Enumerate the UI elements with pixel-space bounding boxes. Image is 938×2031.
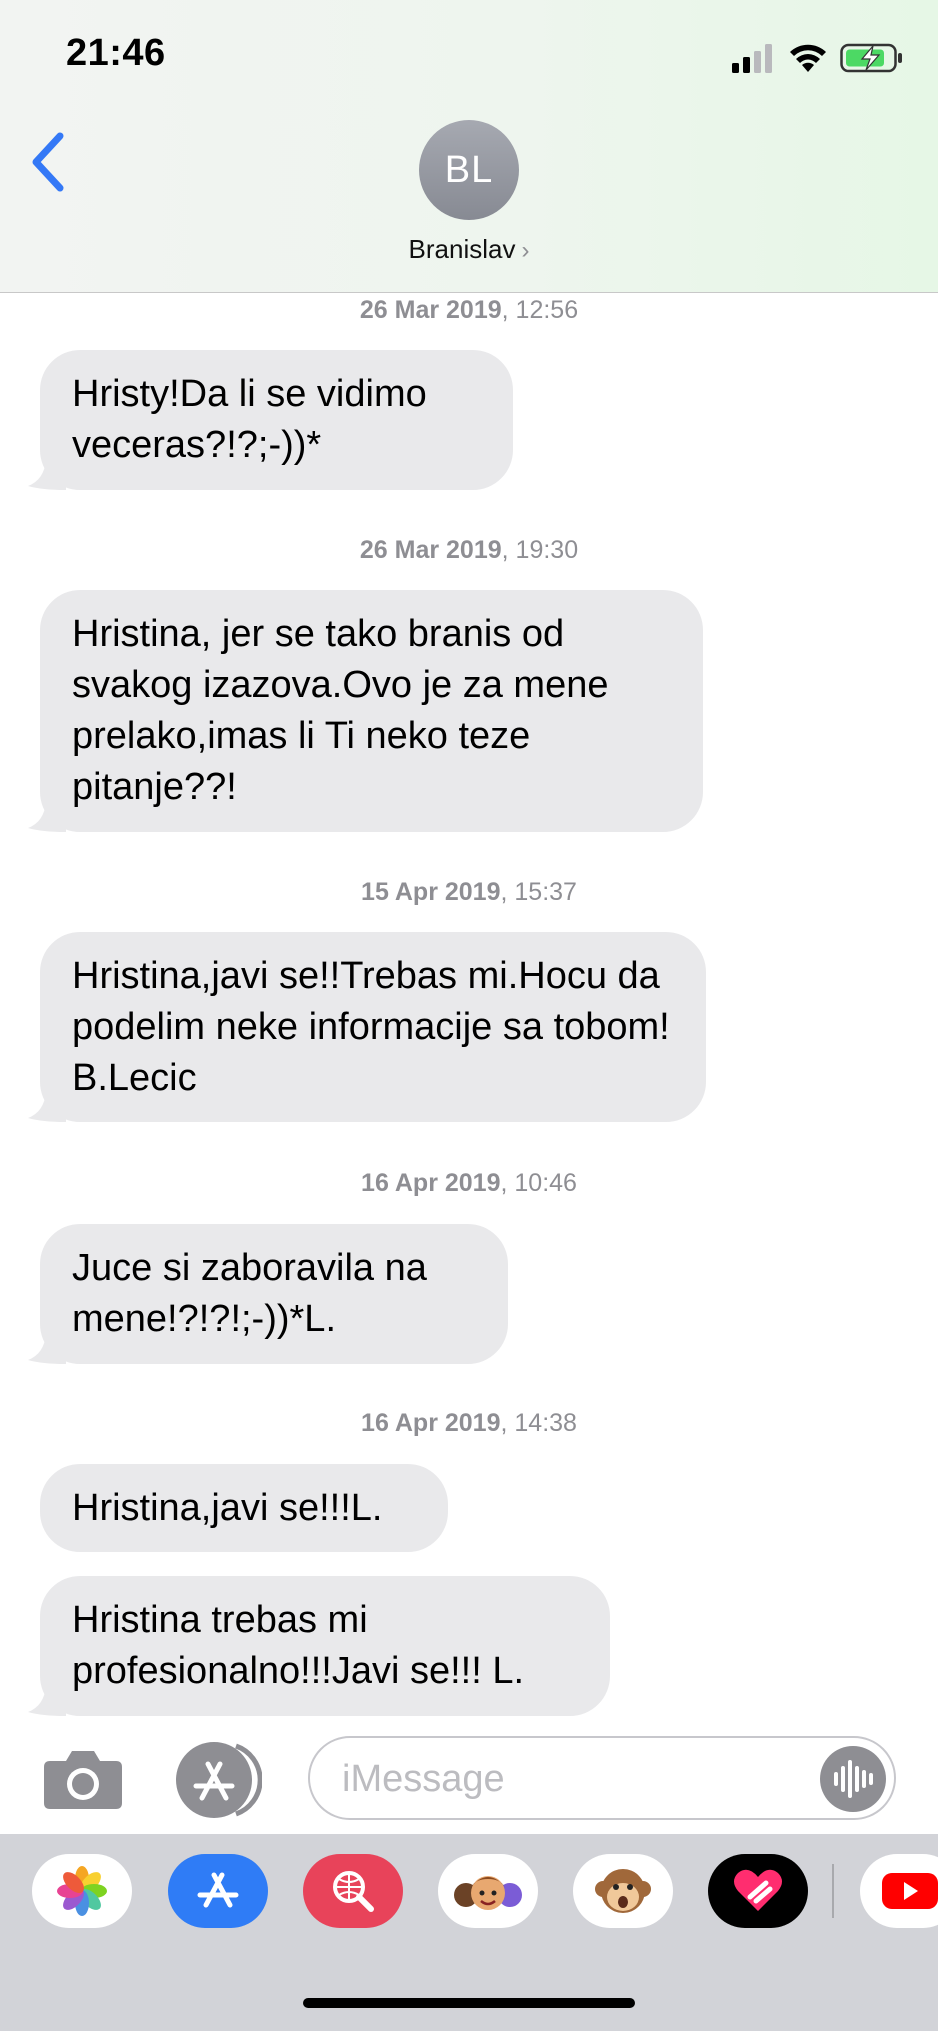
message-text: Hristina,javi se!!Trebas mi.Hocu da pode… — [72, 954, 670, 1099]
battery-charging-icon — [840, 43, 902, 73]
message-text: Juce si zaboravila na mene!?!?!;-))*L. — [72, 1247, 427, 1340]
message-composer — [0, 1722, 938, 1834]
photos-app-button[interactable] — [32, 1854, 132, 1928]
digital-touch-icon — [734, 1869, 782, 1911]
status-icons — [732, 40, 904, 76]
incoming-message-bubble[interactable]: Juce si zaboravila na mene!?!?!;-))*L. — [28, 1224, 508, 1364]
youtube-icon — [882, 1873, 938, 1909]
animoji-app-button[interactable] — [573, 1854, 673, 1928]
home-indicator[interactable] — [303, 1998, 635, 2008]
conversation-header: 21:46 BL Branislav › — [0, 0, 938, 293]
web-search-app-button[interactable] — [303, 1854, 403, 1928]
back-button[interactable] — [22, 128, 72, 198]
imessage-input-container — [308, 1736, 896, 1820]
camera-icon — [44, 1751, 122, 1809]
status-time: 21:46 — [66, 32, 166, 74]
wifi-icon — [790, 44, 826, 72]
bubble-tail — [28, 460, 66, 490]
message-text: Hristina trebas mi profesionalno!!!Javi … — [72, 1599, 525, 1692]
bubble-tail — [28, 1334, 66, 1364]
bubble-tail — [28, 1686, 66, 1716]
imessage-input[interactable] — [340, 1750, 804, 1808]
app-drawer — [0, 1834, 938, 2031]
message-text: Hristina,javi se!!!L. — [72, 1486, 383, 1529]
bubble-tail — [28, 802, 66, 832]
incoming-message-bubble[interactable]: Hristina,javi se!!Trebas mi.Hocu da pode… — [28, 932, 706, 1122]
youtube-app-button[interactable] — [860, 1854, 938, 1928]
web-search-icon — [333, 1871, 374, 1912]
message-timestamp: 16 Apr 2019, 10:46 — [361, 1169, 577, 1197]
memoji-icon — [454, 1876, 522, 1910]
bubble-tail — [28, 1092, 66, 1122]
app-store-icon — [197, 1872, 239, 1908]
message-timestamp: 26 Mar 2019, 12:56 — [359, 296, 579, 324]
incoming-message-bubble[interactable]: Hristina,javi se!!!L. — [40, 1464, 448, 1552]
app-store-button[interactable] — [174, 1740, 263, 1820]
contact-name-button[interactable]: Branislav › — [0, 234, 938, 265]
app-store-icon — [176, 1742, 263, 1818]
digital-touch-app-button[interactable] — [708, 1854, 808, 1928]
camera-button[interactable] — [42, 1749, 124, 1811]
message-timestamp: 15 Apr 2019, 15:37 — [361, 878, 577, 906]
audio-waveform-icon — [834, 1760, 873, 1798]
incoming-message-bubble[interactable]: Hristina, jer se tako branis od svakog i… — [28, 590, 703, 832]
message-text: Hristina, jer se tako branis od svakog i… — [72, 613, 609, 808]
memoji-app-button[interactable] — [438, 1854, 538, 1928]
contact-avatar[interactable]: BL — [419, 120, 519, 220]
incoming-message-bubble[interactable]: Hristy!Da li se vidimo veceras?!?;-))* — [28, 350, 513, 490]
contact-name: Branislav — [408, 234, 516, 264]
drawer-divider — [832, 1864, 834, 1918]
incoming-message-bubble[interactable]: Hristina trebas mi profesionalno!!!Javi … — [28, 1576, 610, 1716]
message-timestamp: 16 Apr 2019, 14:38 — [361, 1409, 577, 1437]
app-store-app-button[interactable] — [168, 1854, 268, 1928]
chevron-right-icon: › — [521, 237, 530, 264]
message-timestamp: 26 Mar 2019, 19:30 — [359, 536, 579, 564]
photos-icon — [57, 1866, 107, 1916]
message-text: Hristy!Da li se vidimo veceras?!?;-))* — [72, 373, 427, 466]
chevron-left-icon — [32, 132, 64, 192]
audio-message-button[interactable] — [820, 1746, 886, 1812]
cellular-signal-icon — [732, 44, 772, 73]
animoji-monkey-icon — [595, 1869, 651, 1913]
